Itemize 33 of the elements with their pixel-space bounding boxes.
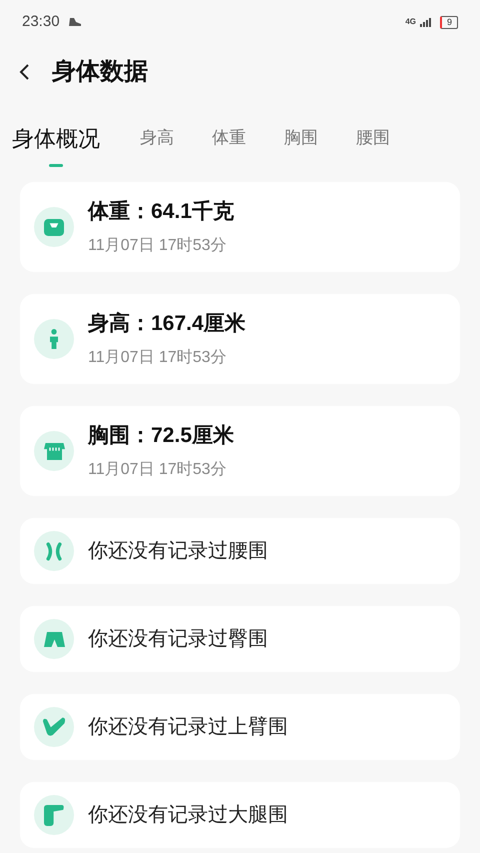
- scale-icon: [44, 218, 64, 236]
- record-value: 体重：64.1千克: [88, 199, 234, 226]
- status-time: 23:30: [22, 12, 60, 32]
- empty-message: 你还没有记录过腰围: [88, 539, 268, 564]
- network-label: 4G: [405, 16, 416, 28]
- tab[interactable]: 身高: [140, 126, 174, 150]
- signal-icon: [420, 18, 432, 26]
- tab[interactable]: 胸围: [284, 126, 318, 150]
- shorts-icon: [44, 632, 64, 646]
- record-card[interactable]: 你还没有记录过臀围: [20, 606, 460, 672]
- shoe-icon: [68, 16, 82, 28]
- record-card[interactable]: 你还没有记录过上臂围: [20, 694, 460, 760]
- record-card[interactable]: 体重：64.1千克 11月07日 17时53分: [20, 182, 460, 272]
- page-title: 身体数据: [52, 57, 148, 87]
- person-icon: [50, 329, 58, 349]
- empty-message: 你还没有记录过大腿围: [88, 803, 288, 828]
- shirt-icon: [44, 442, 64, 460]
- record-card[interactable]: 胸围：72.5厘米 11月07日 17时53分: [20, 406, 460, 496]
- waist-icon: [46, 542, 62, 560]
- record-value: 胸围：72.5厘米: [88, 423, 234, 450]
- tab[interactable]: 腰围: [356, 126, 390, 150]
- record-card[interactable]: 你还没有记录过腰围: [20, 518, 460, 584]
- battery-icon: 9: [440, 16, 458, 28]
- record-time: 11月07日 17时53分: [88, 348, 228, 368]
- record-card[interactable]: 你还没有记录过大腿围: [20, 782, 460, 848]
- record-card[interactable]: 身高：167.4厘米 11月07日 17时53分: [20, 294, 460, 384]
- empty-message: 你还没有记录过上臂围: [88, 715, 288, 740]
- record-time: 11月07日 17时53分: [88, 236, 228, 256]
- tab[interactable]: 身体概况: [12, 109, 100, 167]
- tab[interactable]: 体重: [212, 126, 246, 150]
- record-value: 身高：167.4厘米: [88, 310, 246, 338]
- record-time: 11月07日 17时53分: [88, 460, 228, 480]
- empty-message: 你还没有记录过臀围: [88, 627, 268, 652]
